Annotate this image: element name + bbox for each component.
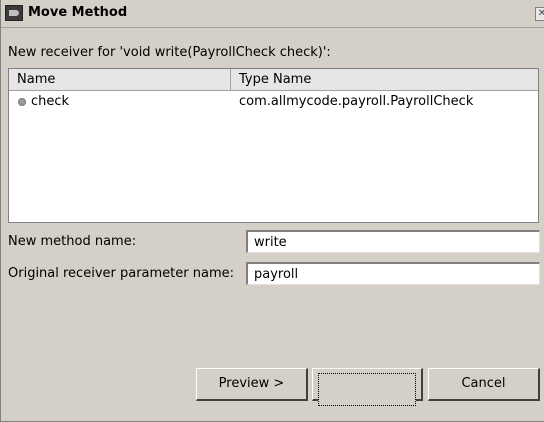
ok-button[interactable]: OK	[312, 368, 423, 406]
table-header: Name Type Name	[9, 69, 538, 91]
receiver-param-input[interactable]: payroll	[246, 262, 540, 285]
row-type-cell: com.allmycode.payroll.PayrollCheck	[239, 94, 474, 109]
app-icon	[5, 5, 23, 21]
preview-button[interactable]: Preview >	[196, 368, 308, 401]
receiver-prompt-label: New receiver for 'void write(PayrollChec…	[8, 45, 331, 60]
receiver-table[interactable]: Name Type Name check com.allmycode.payro…	[8, 68, 539, 223]
ok-focus-ring	[318, 373, 416, 406]
table-row[interactable]: check com.allmycode.payroll.PayrollCheck	[9, 92, 538, 112]
window-title: Move Method	[28, 5, 128, 20]
cancel-button[interactable]: Cancel	[428, 368, 540, 401]
field-bullet-icon	[18, 98, 26, 106]
column-header-name[interactable]: Name	[9, 69, 231, 91]
close-icon[interactable]: ✕	[535, 7, 544, 21]
method-name-label: New method name:	[8, 234, 137, 249]
move-method-dialog: Move Method ✕ New receiver for 'void wri…	[0, 0, 544, 422]
column-header-type-name[interactable]: Type Name	[231, 69, 539, 91]
title-bar: Move Method ✕	[1, 0, 544, 28]
receiver-param-label: Original receiver parameter name:	[8, 266, 234, 281]
method-name-input[interactable]: write	[246, 230, 540, 253]
row-name-cell: check	[31, 94, 70, 109]
